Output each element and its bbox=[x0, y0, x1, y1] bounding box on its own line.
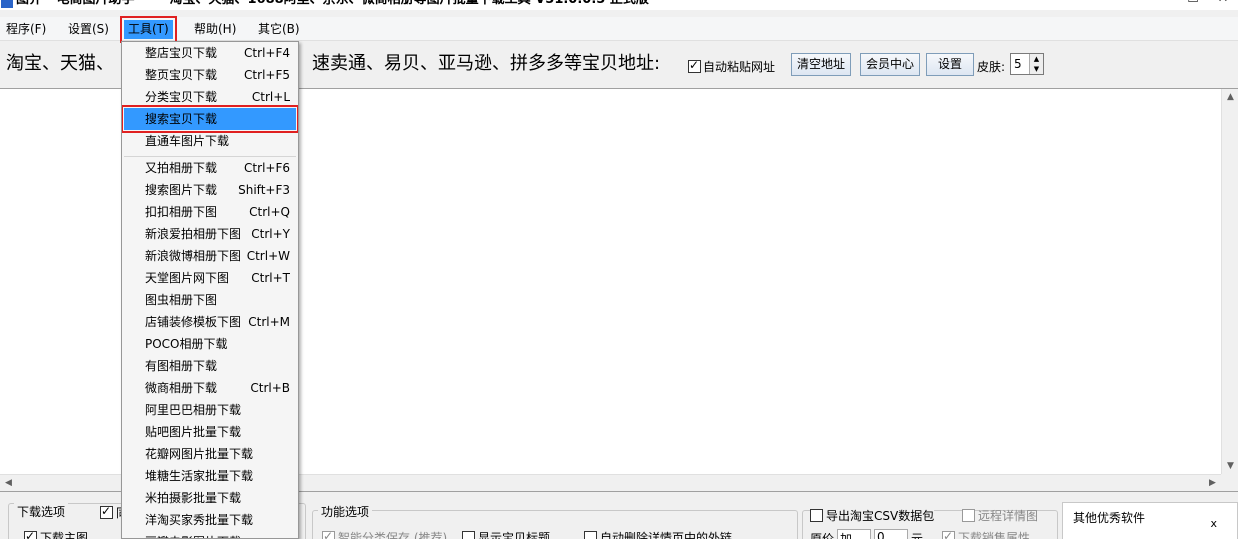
menu-item-youtu[interactable]: 有图相册下载 bbox=[124, 355, 296, 377]
menu-program[interactable]: 程序(F) bbox=[2, 20, 50, 39]
price-op-select[interactable]: 加 bbox=[837, 529, 872, 539]
member-center-button[interactable]: 会员中心 bbox=[860, 53, 920, 76]
smart-classify-checkbox[interactable] bbox=[322, 529, 335, 539]
export-csv-checkbox[interactable] bbox=[810, 509, 823, 522]
menu-item-poco[interactable]: POCO相册下载 bbox=[124, 333, 296, 355]
download-main-label: 下载主图 bbox=[40, 531, 89, 539]
remote-detail-option[interactable]: 远程详情图 bbox=[962, 507, 1038, 524]
menu-help[interactable]: 帮助(H) bbox=[190, 20, 240, 39]
menu-tools[interactable]: 工具(T) bbox=[120, 16, 177, 43]
menu-item-sina-weibo[interactable]: 新浪微博相册下图 Ctrl+W bbox=[124, 245, 296, 267]
clear-address-button[interactable]: 清空地址 bbox=[791, 53, 851, 76]
menu-item-ivsky[interactable]: 天堂图片网下图 Ctrl+T bbox=[124, 267, 296, 289]
auto-paste-checkbox[interactable] bbox=[688, 58, 701, 73]
url-prompt-prefix: 淘宝、天猫、 bbox=[6, 53, 114, 74]
scroll-right-icon[interactable]: ▶ bbox=[1204, 475, 1221, 492]
other-software-close-icon[interactable]: x bbox=[1210, 517, 1217, 530]
auto-delete-option[interactable]: 自动删除详情页中的外链 bbox=[584, 529, 732, 539]
sales-attr-label: 下载销售属性 bbox=[958, 531, 1031, 539]
menu-item-ztc-download[interactable]: 直通车图片下载 bbox=[124, 130, 296, 152]
menu-item-shop-download[interactable]: 整店宝贝下载 Ctrl+F4 bbox=[124, 42, 296, 64]
price-adjust: 原价 加 0 元 bbox=[810, 529, 923, 539]
menu-item-category-download[interactable]: 分类宝贝下载 Ctrl+L bbox=[124, 86, 296, 108]
menu-item-youpai-download[interactable]: 又拍相册下载 Ctrl+F6 bbox=[124, 157, 296, 179]
remote-detail-label: 远程详情图 bbox=[978, 509, 1039, 523]
settings-button[interactable]: 设置 bbox=[926, 53, 974, 76]
show-title-checkbox[interactable] bbox=[462, 531, 475, 539]
skin-label: 皮肤: bbox=[977, 60, 1006, 74]
scroll-up-icon[interactable]: ▲ bbox=[1222, 89, 1238, 106]
menu-other[interactable]: 其它(B) bbox=[254, 20, 304, 39]
scroll-left-icon[interactable]: ◀ bbox=[0, 475, 17, 492]
sales-attr-checkbox[interactable] bbox=[942, 529, 955, 539]
function-options-title: 功能选项 bbox=[318, 503, 373, 520]
skin-spinner[interactable]: 5 ▲ ▼ bbox=[1010, 53, 1044, 75]
menu-item-search-download[interactable]: 搜索宝贝下载 bbox=[122, 105, 298, 133]
menu-item-shop-template[interactable]: 店铺装修模板下图 Ctrl+M bbox=[124, 311, 296, 333]
maximize-button[interactable]: ☐ bbox=[1178, 0, 1208, 10]
menu-item-mipai[interactable]: 米拍摄影批量下载 bbox=[124, 487, 296, 509]
sales-attr-option[interactable]: 下载销售属性 bbox=[942, 529, 1030, 539]
menu-item-page-download[interactable]: 整页宝贝下载 Ctrl+F5 bbox=[124, 64, 296, 86]
close-button[interactable]: ✕ bbox=[1208, 0, 1238, 10]
menu-item-sina-aipai[interactable]: 新浪爱拍相册下图 Ctrl+Y bbox=[124, 223, 296, 245]
vertical-scrollbar[interactable]: ▲ ▼ bbox=[1221, 89, 1238, 475]
menu-item-yangtao[interactable]: 洋淘买家秀批量下载 bbox=[124, 509, 296, 531]
menu-item-tuchong[interactable]: 图虫相册下图 bbox=[124, 289, 296, 311]
auto-paste-label: 自动粘贴网址 bbox=[703, 60, 776, 74]
window-title: 图乔 - 电商图片助手 —— 淘宝、天猫、1688阿里、京东、微商相册等图片批量… bbox=[16, 0, 649, 8]
menu-item-douban[interactable]: 豆瓣电影图片下载 bbox=[124, 531, 296, 538]
price-label: 原价 bbox=[810, 531, 835, 539]
menu-item-duitang[interactable]: 堆糖生活家批量下载 bbox=[124, 465, 296, 487]
menu-settings[interactable]: 设置(S) bbox=[64, 20, 113, 39]
show-title-option[interactable]: 显示宝贝标题 bbox=[462, 529, 550, 539]
menu-item-alibaba[interactable]: 阿里巴巴相册下载 bbox=[124, 399, 296, 421]
show-title-label: 显示宝贝标题 bbox=[478, 531, 551, 539]
auto-delete-label: 自动删除详情页中的外链 bbox=[600, 531, 733, 539]
minimize-button[interactable]: — bbox=[1148, 0, 1178, 10]
menu-item-qq-album[interactable]: 扣扣相册下图 Ctrl+Q bbox=[124, 201, 296, 223]
smart-classify-option[interactable]: 智能分类保存 (推荐) bbox=[322, 529, 447, 539]
menu-bar: 程序(F) 设置(S) 工具(T) 帮助(H) 其它(B) bbox=[0, 16, 1238, 43]
download-opt-checkbox[interactable] bbox=[100, 504, 113, 519]
auto-delete-checkbox[interactable] bbox=[584, 531, 597, 539]
skin-value: 5 bbox=[1014, 57, 1022, 71]
menu-item-tieba[interactable]: 贴吧图片批量下载 bbox=[124, 421, 296, 443]
url-prompt-suffix: 速卖通、易贝、亚马逊、拼多多等宝贝地址: bbox=[312, 53, 661, 74]
download-main-option[interactable]: 下载主图 bbox=[24, 529, 88, 539]
window-controls: — ☐ ✕ bbox=[1148, 0, 1238, 10]
auto-paste-option[interactable]: 自动粘贴网址 bbox=[688, 58, 775, 75]
other-software-title: 其他优秀软件 bbox=[1073, 511, 1146, 525]
spinner-arrows[interactable]: ▲ ▼ bbox=[1029, 54, 1043, 74]
smart-classify-label: 智能分类保存 (推荐) bbox=[338, 531, 448, 539]
menu-item-weishang[interactable]: 微商相册下载 Ctrl+B bbox=[124, 377, 296, 399]
tools-dropdown-menu: 整店宝贝下载 Ctrl+F4 整页宝贝下载 Ctrl+F5 分类宝贝下载 Ctrl+L… bbox=[121, 41, 299, 539]
scroll-corner bbox=[1221, 474, 1238, 491]
scroll-down-icon[interactable]: ▼ bbox=[1222, 458, 1238, 475]
remote-detail-checkbox[interactable] bbox=[962, 509, 975, 522]
price-value-input[interactable]: 0 bbox=[874, 529, 909, 539]
app-icon bbox=[1, 0, 13, 8]
menu-item-search-image-download[interactable]: 搜索图片下载 Shift+F3 bbox=[124, 179, 296, 201]
title-bar: 图乔 - 电商图片助手 —— 淘宝、天猫、1688阿里、京东、微商相册等图片批量… bbox=[0, 0, 1238, 10]
download-options-title: 下载选项 bbox=[14, 503, 69, 520]
download-main-checkbox[interactable] bbox=[24, 529, 37, 539]
other-software-panel: 其他优秀软件 x bbox=[1062, 502, 1238, 539]
menu-item-huaban[interactable]: 花瓣网图片批量下载 bbox=[124, 443, 296, 465]
export-csv-label: 导出淘宝CSV数据包 bbox=[826, 509, 935, 523]
export-csv-option[interactable]: 导出淘宝CSV数据包 bbox=[810, 507, 935, 524]
price-unit: 元 bbox=[911, 531, 924, 539]
